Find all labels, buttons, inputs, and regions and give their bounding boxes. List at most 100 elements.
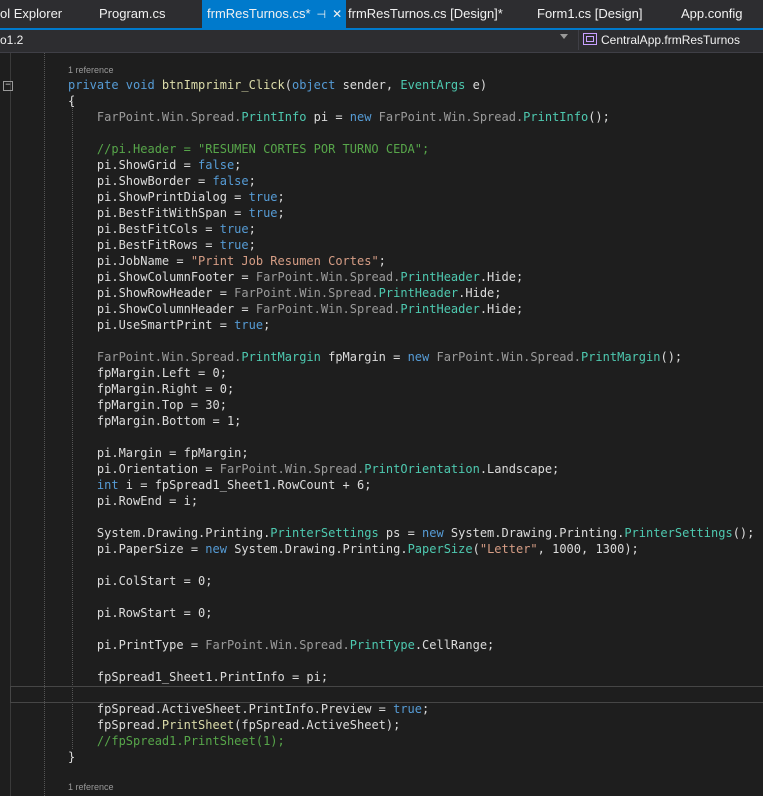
code-token: false	[198, 158, 235, 172]
code-line: fpSpread.ActiveSheet.PrintInfo.Preview =…	[68, 701, 429, 717]
code-token: PrintMargin	[580, 350, 661, 364]
code-token: PrintHeader	[400, 302, 480, 316]
class-icon	[583, 33, 597, 45]
tab-label: frmResTurnos.cs*	[207, 6, 311, 21]
code-token: PaperSize	[407, 542, 473, 556]
code-token: pi.ColStart = 0;	[68, 574, 213, 588]
code-line: System.Drawing.Printing.PrinterSettings …	[68, 525, 754, 541]
code-line: //fpSpread1.PrintSheet(1);	[68, 733, 285, 749]
code-token: pi.ShowGrid =	[68, 158, 199, 172]
code-token: fpMargin.Left = 0;	[68, 366, 227, 380]
code-token: pi.ShowBorder =	[68, 174, 213, 188]
codelens-references[interactable]: 1 reference	[68, 65, 114, 75]
code-line: pi.ShowPrintDialog = true;	[68, 189, 285, 205]
codelens-references[interactable]: 1 reference	[68, 782, 114, 792]
type-dropdown[interactable]: CentralApp.frmResTurnos	[578, 30, 763, 50]
code-line: pi.PrintType = FarPoint.Win.Spread.Print…	[68, 637, 494, 653]
code-token: btnImprimir_Click	[161, 78, 285, 92]
code-line: FarPoint.Win.Spread.PrintMargin fpMargin…	[68, 349, 682, 365]
code-token: fpSpread.	[68, 718, 162, 732]
code-token: PrintHeader	[378, 286, 459, 300]
code-token: pi =	[313, 110, 350, 124]
code-line: pi.ShowBorder = false;	[68, 173, 256, 189]
code-token: true	[393, 702, 423, 716]
code-line: pi.Margin = fpMargin;	[68, 445, 249, 461]
code-token: .Hide;	[479, 302, 524, 316]
code-token: fpMargin.Bottom = 1;	[68, 414, 242, 428]
code-token: (	[472, 542, 480, 556]
close-icon[interactable]: ✕	[332, 0, 342, 28]
code-token: true	[219, 238, 249, 252]
code-token: ;	[234, 158, 242, 172]
code-token: PrintOrientation	[364, 462, 480, 476]
code-line: pi.BestFitWithSpan = true;	[68, 205, 285, 221]
code-token: ;	[378, 254, 386, 268]
code-line: pi.BestFitRows = true;	[68, 237, 256, 253]
code-line: {	[68, 93, 75, 109]
code-token: pi.RowStart = 0;	[68, 606, 213, 620]
code-token: private	[68, 78, 126, 92]
code-line: FarPoint.Win.Spread.PrintInfo pi = new F…	[68, 109, 610, 125]
code-line: pi.UseSmartPrint = true;	[68, 317, 270, 333]
code-line: pi.ColStart = 0;	[68, 573, 213, 589]
code-token: pi.PaperSize =	[68, 542, 206, 556]
code-line: //pi.Header = "RESUMEN CORTES POR TURNO …	[68, 141, 429, 157]
type-label: CentralApp.frmResTurnos	[601, 33, 740, 47]
code-token: FarPoint.Win.Spread.	[255, 270, 401, 284]
code-token: sender,	[342, 78, 401, 92]
code-line: pi.JobName = "Print Job Resumen Cortes";	[68, 253, 386, 269]
navigation-bar: o1.2 CentralApp.frmResTurnos	[0, 30, 763, 53]
code-token: new	[407, 350, 437, 364]
code-token: pi.ShowRowHeader =	[68, 286, 235, 300]
code-line: private void btnImprimir_Click(object se…	[68, 77, 487, 93]
code-line: fpSpread.PrintSheet(fpSpread.ActiveSheet…	[68, 717, 400, 733]
code-line: pi.RowStart = 0;	[68, 605, 213, 621]
tab-program-cs[interactable]: Program.cs	[99, 0, 165, 28]
code-token: fpMargin =	[328, 350, 408, 364]
code-token: new	[422, 526, 451, 540]
code-token: FarPoint.Win.Spread.	[234, 286, 379, 300]
code-token: pi.BestFitCols =	[68, 222, 220, 236]
tab-form1-design[interactable]: Form1.cs [Design]	[537, 0, 642, 28]
code-line: fpSpread1_Sheet1.PrintInfo = pi;	[68, 669, 328, 685]
code-token: true	[234, 318, 264, 332]
code-token: FarPoint.Win.Spread.	[436, 350, 581, 364]
chevron-down-icon[interactable]	[560, 34, 568, 39]
code-token: .CellRange;	[414, 638, 495, 652]
code-token: pi.RowEnd = i;	[68, 494, 199, 508]
code-line: pi.Orientation = FarPoint.Win.Spread.Pri…	[68, 461, 559, 477]
code-line: fpMargin.Top = 30;	[68, 397, 227, 413]
code-line: pi.ShowColumnHeader = FarPoint.Win.Sprea…	[68, 301, 523, 317]
code-token: ();	[732, 526, 755, 540]
code-token: fpMargin.Top = 30;	[68, 398, 227, 412]
pin-icon[interactable]: ⊣	[317, 1, 327, 29]
code-token: pi.UseSmartPrint =	[68, 318, 235, 332]
tab-frmresturnos-design[interactable]: frmResTurnos.cs [Design]*	[348, 0, 503, 28]
code-token: PrintHeader	[400, 270, 480, 284]
code-line: }	[68, 749, 75, 765]
code-line: int i = fpSpread1_Sheet1.RowCount + 6;	[68, 477, 372, 493]
code-token: FarPoint.Win.Spread.	[68, 350, 242, 364]
code-line: pi.ShowColumnFooter = FarPoint.Win.Sprea…	[68, 269, 523, 285]
tab-frmresturnos-cs[interactable]: frmResTurnos.cs* ⊣ ✕	[202, 0, 347, 29]
tab-app-config[interactable]: App.config	[681, 0, 742, 28]
code-token: "Print Job Resumen Cortes"	[190, 254, 379, 268]
code-token: true	[219, 222, 249, 236]
code-token: pi.Margin = fpMargin;	[68, 446, 249, 460]
code-token: FarPoint.Win.Spread.	[205, 638, 350, 652]
code-line: pi.RowEnd = i;	[68, 493, 198, 509]
code-editor[interactable]: − 1 reference private void btnImprimir_C…	[0, 53, 763, 796]
code-token: .Hide;	[479, 270, 524, 284]
code-token: ;	[248, 238, 256, 252]
project-dropdown[interactable]: o1.2	[0, 30, 23, 50]
code-token: System.Drawing.Printing.	[450, 526, 625, 540]
code-token: .Hide;	[458, 286, 502, 300]
code-token: int	[68, 478, 126, 492]
code-token: (fpSpread.ActiveSheet);	[234, 718, 401, 732]
code-token: void	[125, 78, 162, 92]
code-token: //fpSpread1.PrintSheet(1);	[68, 734, 285, 748]
collapse-icon[interactable]: −	[3, 81, 13, 91]
code-token: PrintType	[349, 638, 415, 652]
tab-solution-explorer[interactable]: ol Explorer	[0, 0, 62, 28]
code-token: true	[248, 190, 278, 204]
